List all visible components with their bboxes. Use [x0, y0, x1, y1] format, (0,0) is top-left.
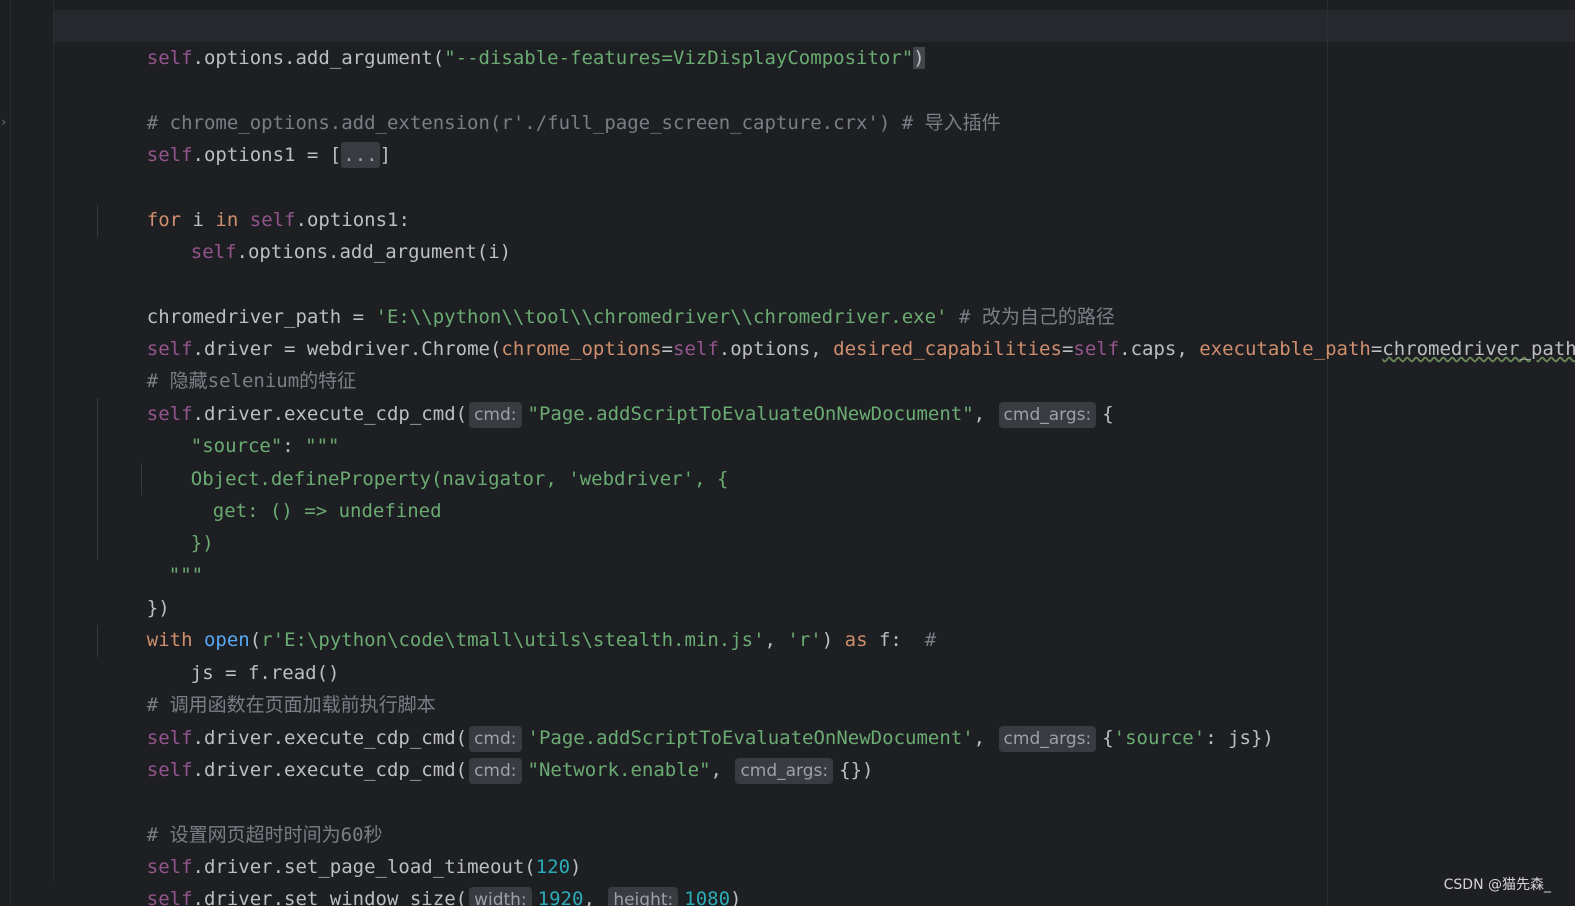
indent-guide	[141, 463, 142, 495]
code-line[interactable]: # chrome_options.add_extension(r'./full_…	[101, 75, 1001, 134]
code-line[interactable]: self.options.add_argument(i)	[145, 204, 511, 263]
code-line[interactable]: self.driver.set_page_load_timeout(120)	[101, 819, 582, 878]
code-text: ,	[583, 888, 607, 906]
named-argument: executable_path	[1199, 338, 1371, 360]
code-line[interactable]: """	[123, 527, 203, 586]
gutter-edge	[10, 0, 11, 906]
self-keyword: self	[1073, 338, 1120, 360]
code-text: f:	[867, 629, 925, 651]
code-line[interactable]: })	[145, 495, 214, 554]
gutter	[0, 0, 54, 906]
code-text: .driver.set_window_size(	[192, 888, 468, 906]
code-line[interactable]: # 隐藏selenium的特征	[101, 333, 356, 392]
code-text: .options,	[718, 338, 834, 360]
code-editor[interactable]: › self.options.add_argument("--disable-f…	[0, 0, 1575, 906]
parameter-hint: cmd_args:	[735, 757, 834, 784]
code-line[interactable]: self.driver.execute_cdp_cmd(cmd: 'Page.ad…	[101, 690, 1274, 752]
code-text: ,	[973, 727, 997, 749]
parameter-hint: cmd:	[469, 757, 522, 784]
parameter-hint: cmd:	[469, 401, 522, 428]
code-line[interactable]: get: () => undefined	[167, 463, 442, 522]
code-line[interactable]: self.options1 = [...]	[101, 107, 391, 168]
code-text: =	[1061, 338, 1074, 360]
parameter-hint: cmd_args:	[998, 401, 1097, 428]
code-text: : js})	[1205, 727, 1274, 749]
code-text: )	[821, 629, 845, 651]
code-line[interactable]: self.driver = webdriver.Chrome(chrome_op…	[101, 301, 1575, 360]
string-literal: 'r'	[787, 629, 822, 651]
self-keyword: self	[146, 888, 193, 906]
string-literal: "Network.enable"	[527, 759, 711, 781]
string-literal: "Page.addScriptToEvaluateOnNewDocument"	[527, 403, 974, 425]
self-keyword: self	[146, 47, 193, 69]
code-text: )	[730, 888, 742, 906]
fold-chevron-icon[interactable]: ›	[0, 115, 7, 129]
code-line[interactable]: with open(r'E:\python\code\tmall\utils\s…	[101, 592, 936, 651]
keyword: as	[844, 629, 868, 651]
comment: #	[924, 629, 937, 651]
code-line[interactable]: self.options.add_argument("--disable-fea…	[101, 10, 925, 69]
string-literal: get: () => undefined	[212, 500, 442, 522]
code-text: .caps,	[1119, 338, 1200, 360]
parameter-hint: width:	[469, 886, 532, 906]
code-line[interactable]: # 设置网页超时时间为60秒	[101, 787, 383, 846]
right-margin-guide	[1327, 0, 1328, 906]
parameter-hint: cmd_args:	[998, 725, 1097, 752]
code-text: =	[1370, 338, 1383, 360]
code-text: {	[1102, 403, 1114, 425]
code-line[interactable]: "source": """	[145, 398, 340, 457]
code-text: .options.add_argument(	[192, 47, 445, 69]
code-line[interactable]: self.driver.set_window_size(width: 1920, …	[101, 851, 741, 906]
number-literal: 1920	[537, 888, 584, 906]
watermark: CSDN @猫先森_	[1443, 877, 1551, 893]
code-text: ]	[379, 144, 392, 166]
string-literal: """	[168, 564, 204, 586]
code-line[interactable]: self.driver.execute_cdp_cmd(cmd: "Network…	[101, 722, 873, 784]
parameter-hint: height:	[608, 886, 679, 906]
self-keyword: self	[146, 759, 193, 781]
code-text: ,	[710, 759, 734, 781]
folded-region[interactable]: ...	[341, 142, 380, 168]
self-keyword: self	[673, 338, 719, 360]
indent-guide	[97, 398, 98, 560]
code-line[interactable]: for i in self.options1:	[101, 172, 410, 231]
self-keyword: self	[190, 241, 237, 263]
number-literal: 1080	[684, 888, 731, 906]
code-line[interactable]: chromedriver_path = 'E:\\python\\tool\\c…	[101, 269, 1115, 328]
code-text: ,	[973, 403, 997, 425]
code-text: =	[661, 338, 673, 360]
gutter-separator	[53, 0, 54, 882]
self-keyword: self	[146, 144, 193, 166]
indent-guide	[97, 625, 98, 657]
string-literal: 'source'	[1113, 727, 1206, 749]
code-text: {})	[839, 759, 874, 781]
code-line[interactable]: # 调用函数在页面加载前执行脚本	[101, 657, 436, 716]
code-text: chromedriver_path	[1382, 338, 1575, 360]
code-line[interactable]: js = f.read()	[145, 625, 340, 684]
code-text: ,	[764, 629, 788, 651]
code-line[interactable]: Object.defineProperty(navigator, 'webdri…	[145, 431, 729, 490]
indent-guide	[97, 205, 98, 237]
named-argument: desired_capabilities	[833, 338, 1062, 360]
code-text: .options1 = [	[192, 144, 342, 166]
matched-paren: )	[913, 47, 925, 69]
code-line[interactable]: self.driver.execute_cdp_cmd(cmd: "Page.ad…	[101, 366, 1114, 428]
code-text: .options.add_argument(i)	[236, 241, 512, 263]
named-argument: chrome_options	[501, 338, 662, 360]
string-literal: "--disable-features=VizDisplayCompositor…	[444, 47, 914, 69]
code-text: .driver.execute_cdp_cmd(	[192, 759, 468, 781]
code-text: {	[1102, 727, 1114, 749]
code-line[interactable]: })	[101, 560, 170, 619]
